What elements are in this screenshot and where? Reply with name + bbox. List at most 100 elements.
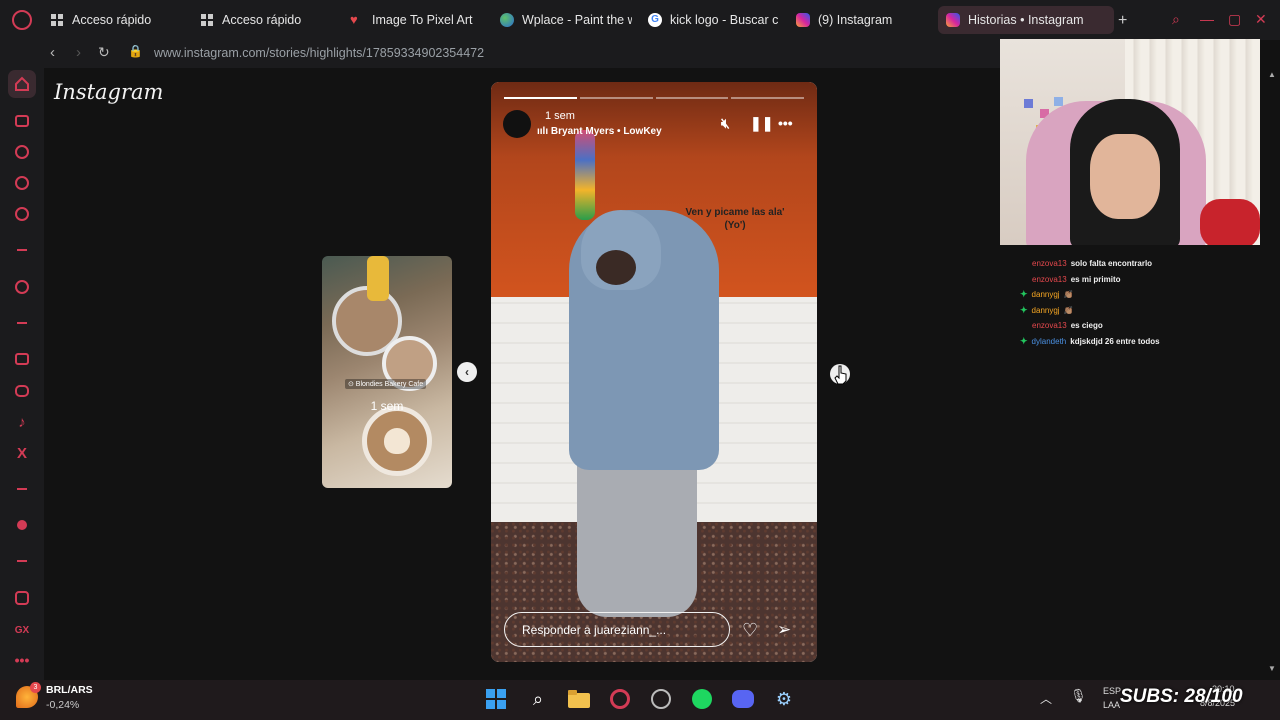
chat-username: dannygj xyxy=(1031,305,1060,315)
vpn-shield-icon[interactable] xyxy=(12,588,32,608)
previous-story-time: 1 sem xyxy=(370,399,404,413)
tab-label: (9) Instagram xyxy=(818,13,893,27)
grid-icon xyxy=(50,13,64,27)
microphone-icon[interactable]: 🎙︎ xyxy=(1070,688,1087,704)
story-music[interactable]: ıılı Bryant Myers • LowKey xyxy=(537,126,662,137)
more-icon[interactable]: ••• xyxy=(12,650,32,670)
grid-icon xyxy=(200,13,214,27)
tab-acceso-rapido-1[interactable]: Acceso rápido xyxy=(42,6,192,34)
tab-acceso-rapido-2[interactable]: Acceso rápido xyxy=(192,6,342,34)
steam-icon[interactable] xyxy=(649,687,673,711)
new-tab-button[interactable]: + xyxy=(1118,12,1127,30)
search-tabs-icon[interactable]: ⌕ xyxy=(1172,11,1180,28)
reply-input[interactable]: Responder a juareziann_... xyxy=(504,612,730,647)
tab-label: Acceso rápido xyxy=(222,13,302,27)
tab-historias-instagram[interactable]: Historias • Instagram xyxy=(938,6,1114,34)
home-icon[interactable] xyxy=(8,70,36,98)
tab-kick-logo-search[interactable]: G kick logo - Buscar c xyxy=(640,6,782,34)
pause-icon[interactable]: ❚❚ xyxy=(750,115,773,132)
chat-username: dylandeth xyxy=(1031,336,1067,346)
browser-sidebar: ♪ X GX ••• xyxy=(0,40,44,680)
opera-gx-taskbar-icon[interactable] xyxy=(608,687,632,711)
gx-icon[interactable]: GX xyxy=(12,620,32,640)
extension-icon[interactable] xyxy=(12,204,32,224)
divider xyxy=(12,551,32,571)
maximize-button[interactable]: ▢ xyxy=(1228,11,1241,28)
tab-wplace[interactable]: Wplace - Paint the w xyxy=(492,6,632,34)
previous-story-button[interactable]: ‹ xyxy=(457,362,477,382)
scroll-down-icon[interactable]: ▼ xyxy=(1268,664,1276,673)
progress-segment xyxy=(504,97,577,99)
address-bar: ‹ › ↻ 🔒 www.instagram.com/stories/highli… xyxy=(40,40,1000,68)
globe-icon xyxy=(500,13,514,27)
search-icon[interactable]: ⌕ xyxy=(526,687,550,711)
story-decoration xyxy=(575,130,595,220)
forward-icon[interactable]: › xyxy=(76,44,81,61)
previous-story-card[interactable] xyxy=(322,256,452,488)
share-send-icon[interactable]: ➢ xyxy=(777,620,791,640)
more-options-icon[interactable]: ••• xyxy=(778,115,793,131)
record-icon[interactable] xyxy=(12,515,32,535)
url-text[interactable]: www.instagram.com/stories/highlights/178… xyxy=(154,46,484,60)
mute-icon[interactable]: 🔇︎ xyxy=(721,115,730,132)
lock-icon: 🔒 xyxy=(128,44,143,58)
tab-instagram[interactable]: (9) Instagram xyxy=(788,6,928,34)
story-frame[interactable] xyxy=(491,82,817,662)
chat-text: kdjskdjd 26 entre todos xyxy=(1070,336,1160,346)
like-heart-icon[interactable]: ♡ xyxy=(742,620,758,641)
tiktok-icon[interactable]: ♪ xyxy=(12,412,32,432)
reload-icon[interactable]: ↻ xyxy=(98,44,110,61)
tab-image-to-pixel-art[interactable]: ♥ Image To Pixel Art xyxy=(342,6,490,34)
windows-start-icon[interactable] xyxy=(484,687,508,711)
chat-message: ✦ dannygj 👏🏽 xyxy=(1020,287,1160,303)
chat-text: 👏🏽 xyxy=(1063,290,1074,299)
location-tag: ⊙ Blondies Bakery Cafe xyxy=(345,379,427,389)
spotify-icon[interactable] xyxy=(690,687,714,711)
minimize-button[interactable]: — xyxy=(1200,11,1214,27)
juice-glass xyxy=(367,256,389,301)
language-bottom[interactable]: LAA xyxy=(1103,700,1120,710)
chatgpt-icon[interactable] xyxy=(12,142,32,162)
tab-label: Wplace - Paint the w xyxy=(522,13,632,27)
ticker-symbol[interactable]: BRL/ARS xyxy=(46,684,93,696)
x-icon[interactable]: X xyxy=(12,443,32,463)
webcam-background xyxy=(1200,199,1260,245)
show-hidden-icons[interactable]: ︿ xyxy=(1040,690,1052,707)
instagram-logo[interactable]: Instagram xyxy=(54,80,163,104)
discord-icon[interactable] xyxy=(731,687,755,711)
caption-line: Ven y picame las ala' xyxy=(685,207,785,218)
instagram-icon xyxy=(796,13,810,27)
heart-icon: ♥ xyxy=(350,12,358,27)
tab-label: Historias • Instagram xyxy=(968,13,1084,27)
hand-cursor-icon xyxy=(834,365,847,385)
chat-message: ✦ dannygj 👏🏽 xyxy=(1020,303,1160,319)
twitch-icon[interactable] xyxy=(12,349,32,369)
google-icon: G xyxy=(648,13,662,27)
gaming-icon[interactable] xyxy=(12,111,32,131)
stream-chat: enzova13 solo falta encontrarlo enzova13 es… xyxy=(1020,256,1160,349)
equalizer-icon: ıılı xyxy=(537,126,551,137)
scroll-up-icon[interactable]: ▲ xyxy=(1268,70,1276,79)
chat-text: es mi primito xyxy=(1070,274,1121,284)
chat-message: enzova13 solo falta encontrarlo xyxy=(1020,256,1160,272)
chat-text: es ciego xyxy=(1070,321,1103,330)
file-explorer-icon[interactable] xyxy=(567,687,591,711)
instagram-sidebar-icon[interactable] xyxy=(12,381,32,401)
progress-segment xyxy=(731,97,804,99)
divider xyxy=(12,313,32,333)
story-time: 1 sem xyxy=(545,110,575,122)
music-label: Bryant Myers • LowKey xyxy=(550,126,662,137)
page-scrollbar[interactable]: ▲ ▼ xyxy=(1264,68,1280,680)
settings-gear-icon[interactable]: ⚙ xyxy=(772,687,796,711)
story-progress-bars xyxy=(504,97,804,100)
story-avatar[interactable] xyxy=(503,110,531,138)
opera-logo-icon[interactable] xyxy=(12,10,32,30)
openai-icon[interactable] xyxy=(12,277,32,297)
chat-username: enzova13 xyxy=(1032,274,1067,284)
close-window-button[interactable]: ✕ xyxy=(1255,11,1267,28)
back-icon[interactable]: ‹ xyxy=(50,44,55,61)
subs-goal-overlay: SUBS: 28/100 xyxy=(1120,686,1243,707)
aria-icon[interactable] xyxy=(12,173,32,193)
chat-username: enzova13 xyxy=(1032,321,1067,330)
language-top[interactable]: ESP xyxy=(1103,686,1121,696)
